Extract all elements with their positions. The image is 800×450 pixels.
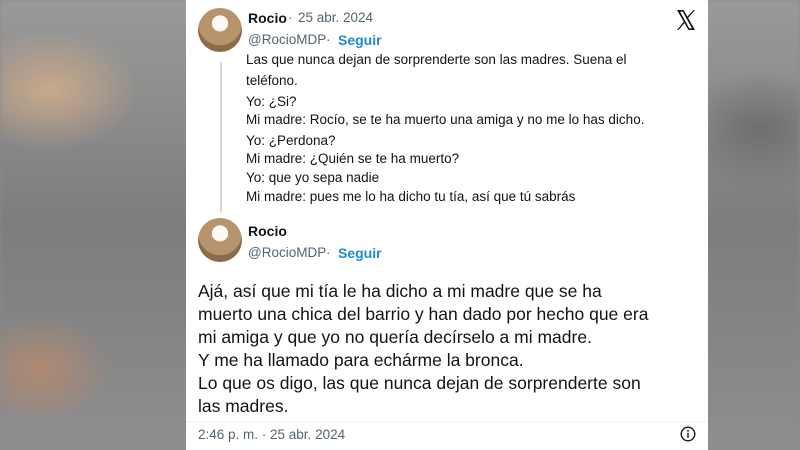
author-name[interactable]: Rocio bbox=[248, 223, 287, 239]
avatar[interactable] bbox=[198, 218, 242, 262]
thread-connector-line bbox=[220, 62, 222, 212]
x-logo-icon[interactable] bbox=[674, 8, 698, 32]
footer-divider bbox=[186, 421, 708, 422]
avatar[interactable] bbox=[198, 8, 242, 52]
tweet-text-line: Las que nunca dejan de sorprenderte son … bbox=[246, 52, 627, 67]
follow-button[interactable]: Seguir bbox=[338, 245, 382, 261]
separator-dot: · bbox=[326, 32, 331, 47]
tweet-text-line: Yo: ¿Si? bbox=[246, 94, 297, 109]
tweet-text-line: Mi madre: Rocío, se te ha muerto una ami… bbox=[246, 112, 645, 127]
tweet-text-line: Yo: ¿Perdona? bbox=[246, 133, 336, 148]
author-name[interactable]: Rocio bbox=[248, 10, 287, 26]
tweet-timestamp[interactable]: 2:46 p. m. · 25 abr. 2024 bbox=[198, 427, 345, 442]
follow-button[interactable]: Seguir bbox=[338, 32, 382, 48]
tweet-text-line: teléfono. bbox=[246, 73, 298, 88]
tweet-date[interactable]: 25 abr. 2024 bbox=[298, 10, 373, 25]
tweet-text-line: muerto una chica del barrio y han dado p… bbox=[198, 304, 649, 324]
tweet-text-line: Y me ha llamado para echárme la bronca. bbox=[198, 350, 524, 370]
info-icon[interactable] bbox=[680, 426, 696, 442]
tweet-text-line: Mi madre: pues me lo ha dicho tu tía, as… bbox=[246, 189, 576, 204]
tweet-text-line: Mi madre: ¿Quién se te ha muerto? bbox=[246, 151, 460, 166]
tweet-text-line: las madres. bbox=[198, 396, 289, 416]
author-handle[interactable]: @RocioMDP bbox=[248, 32, 326, 47]
separator-dot: · bbox=[288, 10, 293, 25]
separator-dot: · bbox=[326, 245, 331, 260]
tweet-text-line: Ajá, así que mi tía le ha dicho a mi mad… bbox=[198, 281, 602, 301]
tweet-card: Rocio · 25 abr. 2024 @RocioMDP · Seguir … bbox=[186, 0, 708, 450]
tweet-text-line: Yo: que yo sepa nadie bbox=[246, 170, 380, 185]
author-handle[interactable]: @RocioMDP bbox=[248, 245, 326, 260]
tweet-text-line: mi amiga y que yo no quería decírselo a … bbox=[198, 327, 592, 347]
tweet-text-line: Lo que os digo, las que nunca dejan de s… bbox=[198, 373, 641, 393]
